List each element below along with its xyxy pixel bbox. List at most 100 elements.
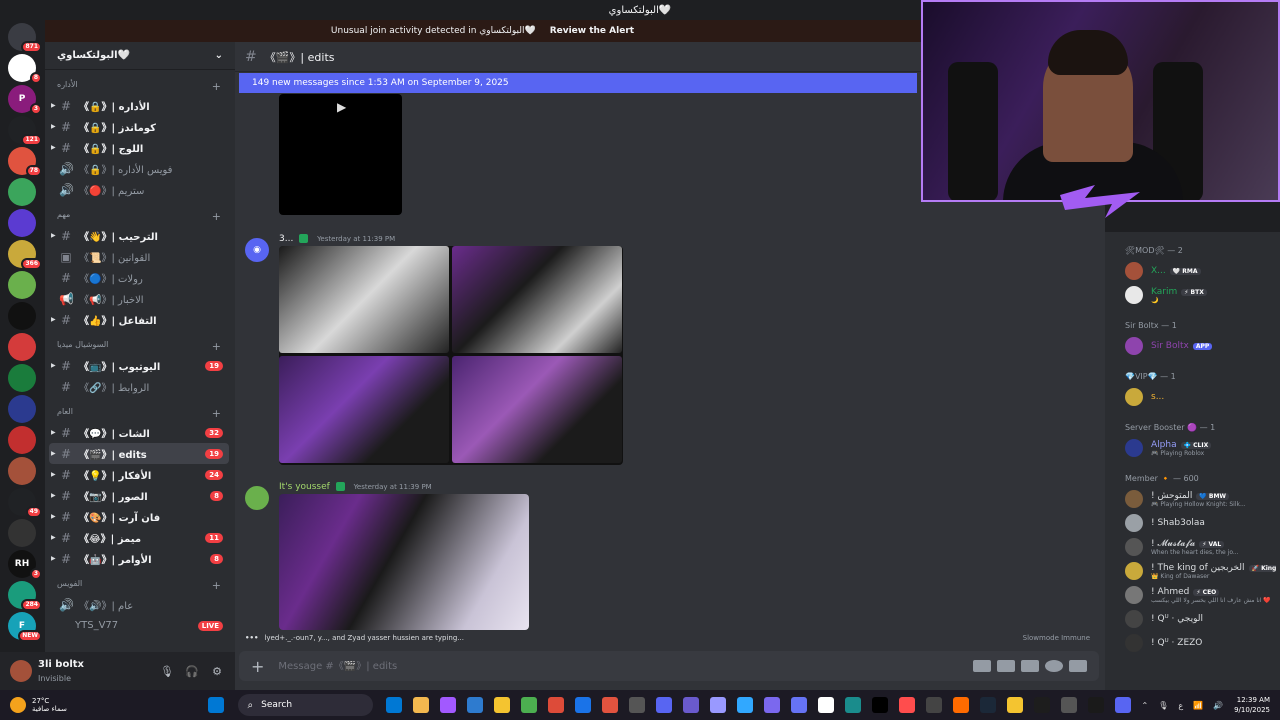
- taskbar-app-icon[interactable]: [386, 697, 403, 713]
- sticker-icon[interactable]: [1021, 660, 1039, 672]
- review-alert-button[interactable]: Review the Alert: [550, 26, 634, 36]
- taskbar-app-icon[interactable]: [1007, 697, 1024, 713]
- channel-item[interactable]: ▶ # 《💡》| الأفكار 24: [49, 464, 229, 485]
- channel-item[interactable]: ▶ # 《💬》| الشات 32: [49, 422, 229, 443]
- server-icon[interactable]: [8, 302, 36, 330]
- gift-icon[interactable]: [973, 660, 991, 672]
- taskbar-app-icon[interactable]: [1115, 697, 1132, 713]
- taskbar-app-icon[interactable]: [467, 697, 484, 713]
- voice-user[interactable]: YTS_V77 LIVE: [49, 615, 229, 636]
- server-icon[interactable]: 8: [8, 54, 42, 84]
- server-icon[interactable]: [8, 395, 36, 423]
- new-messages-bar[interactable]: 149 new messages since 1:53 AM on Septem…: [239, 73, 917, 93]
- server-icon[interactable]: 121: [8, 116, 42, 146]
- taskbar-app-icon[interactable]: [1088, 697, 1105, 713]
- member-item[interactable]: Karim ⚡ BTX 🌙: [1105, 283, 1276, 307]
- taskbar-app-icon[interactable]: [575, 697, 592, 713]
- taskbar-app-icon[interactable]: [1034, 697, 1051, 713]
- member-item[interactable]: ! Qᵁ · الويجي: [1105, 607, 1276, 631]
- image-tile[interactable]: [452, 356, 622, 463]
- channel-category[interactable]: العام +: [45, 397, 235, 422]
- taskbar-search[interactable]: ⌕ Search: [237, 694, 373, 716]
- server-header[interactable]: البولتكساوي🤍 ⌄: [45, 42, 235, 70]
- member-item[interactable]: ! 𝓜𝓾𝓼𝓽𝓪𝓯𝓪 ⚡ VAL When the heart dies, the j…: [1105, 535, 1276, 559]
- wifi-icon[interactable]: 📶: [1193, 701, 1203, 710]
- add-channel-icon[interactable]: +: [212, 407, 221, 420]
- add-channel-icon[interactable]: +: [212, 340, 221, 353]
- server-icon[interactable]: [8, 457, 36, 485]
- image-attachment[interactable]: [279, 494, 529, 630]
- member-item[interactable]: ! Qᵁ · ZEZO: [1105, 631, 1276, 655]
- apps-icon[interactable]: [1069, 660, 1087, 672]
- image-tile[interactable]: [279, 356, 449, 463]
- clock[interactable]: 12:39 AM 9/10/2025: [1234, 695, 1270, 715]
- play-icon[interactable]: ▶: [337, 100, 346, 114]
- language-indicator[interactable]: ع: [1178, 701, 1183, 710]
- taskbar-app-icon[interactable]: [602, 697, 619, 713]
- server-icon[interactable]: [8, 178, 36, 206]
- headphones-icon[interactable]: 🎧: [184, 665, 200, 678]
- server-icon[interactable]: 78: [8, 147, 42, 177]
- server-icon[interactable]: 366: [8, 240, 42, 270]
- server-icon[interactable]: [8, 426, 36, 454]
- taskbar-app-icon[interactable]: [845, 697, 862, 713]
- add-channel-icon[interactable]: +: [212, 579, 221, 592]
- channel-item[interactable]: ▶ # 《🎨》| فان آرت: [49, 506, 229, 527]
- channel-item[interactable]: 📢 《📢》| الاخبار: [49, 288, 229, 309]
- weather-widget[interactable]: 27°C سماء صافية: [0, 697, 103, 713]
- taskbar-app-icon[interactable]: [629, 697, 646, 713]
- gear-icon[interactable]: ⚙: [209, 665, 225, 678]
- channel-item[interactable]: 🔊 《🔴》| ستريم: [49, 179, 229, 200]
- member-item[interactable]: ! The king of الخربجين 🚀 King 👑 King of Da…: [1105, 559, 1276, 583]
- author-avatar[interactable]: ◉: [245, 238, 269, 262]
- member-item[interactable]: X... 🤍 RMA: [1105, 259, 1276, 283]
- server-icon[interactable]: [8, 209, 36, 237]
- member-item[interactable]: ! Shab3olaa: [1105, 511, 1276, 535]
- taskbar-app-icon[interactable]: [737, 697, 754, 713]
- server-icon[interactable]: [8, 519, 36, 547]
- member-item[interactable]: Alpha 💠 CLIX 🎮 Playing Roblox: [1105, 436, 1276, 460]
- chevron-down-icon[interactable]: ⌄: [215, 50, 223, 61]
- channel-category[interactable]: الأداره +: [45, 70, 235, 95]
- taskbar-app-icon[interactable]: [521, 697, 538, 713]
- taskbar-app-icon[interactable]: [1061, 697, 1078, 713]
- taskbar-app-icon[interactable]: [872, 697, 889, 713]
- channel-item[interactable]: ▶ # 《😂》| ميمز 11: [49, 527, 229, 548]
- taskbar-app-icon[interactable]: [710, 697, 727, 713]
- windows-start-icon[interactable]: [208, 697, 225, 713]
- channel-item[interactable]: ▶ # 《🤖》| الأوامر 8: [49, 548, 229, 569]
- video-attachment[interactable]: ▶: [279, 94, 402, 215]
- author-name[interactable]: 3...: [279, 234, 293, 244]
- channel-item[interactable]: 🔊 《🔊》| عام: [49, 594, 229, 615]
- author-avatar[interactable]: [245, 486, 269, 510]
- gif-icon[interactable]: [997, 660, 1015, 672]
- user-info[interactable]: 3li boltx Invisible: [38, 659, 150, 684]
- taskbar-app-icon[interactable]: [980, 697, 997, 713]
- channel-item[interactable]: ▶ # 《📺》| اليوتيوب 19: [49, 355, 229, 376]
- taskbar-app-icon[interactable]: [656, 697, 673, 713]
- channel-item[interactable]: # 《🔗》| الروابط: [49, 376, 229, 397]
- taskbar-app-icon[interactable]: [953, 697, 970, 713]
- channel-category[interactable]: مهم +: [45, 200, 235, 225]
- emoji-icon[interactable]: [1045, 660, 1063, 672]
- image-tile[interactable]: [279, 246, 449, 353]
- member-item[interactable]: Sir Boltx APP: [1105, 334, 1276, 358]
- channel-item[interactable]: ▶ # 《🎬》| edits 19: [49, 443, 229, 464]
- chevron-up-icon[interactable]: ⌃: [1142, 701, 1149, 710]
- channel-item[interactable]: ▶ # 《🔒》| اللوج: [49, 137, 229, 158]
- server-icon[interactable]: [8, 333, 36, 361]
- taskbar-app-icon[interactable]: [791, 697, 808, 713]
- taskbar-app-icon[interactable]: [764, 697, 781, 713]
- server-icon[interactable]: P3: [8, 85, 42, 115]
- image-tile[interactable]: [452, 246, 622, 353]
- channel-item[interactable]: ▶ # 《👋》| الترحيب: [49, 225, 229, 246]
- taskbar-app-icon[interactable]: [926, 697, 943, 713]
- member-item[interactable]: s...: [1105, 385, 1276, 409]
- channel-item[interactable]: ▶ # 《🔒》| كوماندز: [49, 116, 229, 137]
- taskbar-app-icon[interactable]: [494, 697, 511, 713]
- taskbar-app-icon[interactable]: [899, 697, 916, 713]
- message-input[interactable]: [278, 660, 967, 672]
- server-icon[interactable]: 284: [8, 581, 42, 611]
- add-channel-icon[interactable]: +: [212, 210, 221, 223]
- server-icon[interactable]: [8, 271, 36, 299]
